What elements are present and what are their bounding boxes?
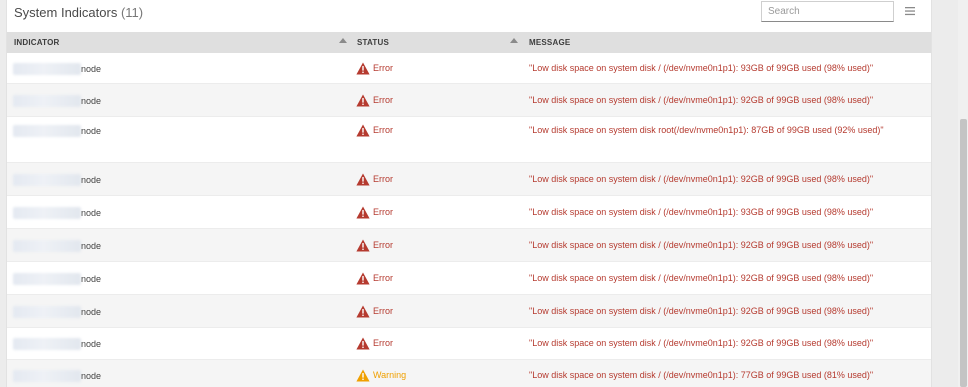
- redacted-ip-address: [13, 174, 81, 186]
- error-triangle-icon: [356, 239, 370, 252]
- indicator-table-body: node Error "Low disk space on system disk …: [7, 53, 931, 387]
- redacted-ip-address: [13, 240, 81, 252]
- table-row[interactable]: node Warning "Low disk space on system dis…: [7, 360, 931, 387]
- indicator-message: "Low disk space on system disk / (/dev/n…: [529, 338, 874, 348]
- indicator-node-label: node: [81, 371, 102, 381]
- indicator-node-label: node: [81, 175, 102, 185]
- indicator-count: (11): [120, 5, 144, 20]
- indicator-message: "Low disk space on system disk / (/dev/n…: [529, 174, 874, 184]
- system-indicators-panel: System Indicators (11) INDICATOR STATUS …: [6, 0, 932, 387]
- error-triangle-icon: [356, 173, 370, 186]
- redacted-ip-address: [13, 95, 81, 107]
- table-row[interactable]: node Error "Low disk space on system disk …: [7, 196, 931, 229]
- status-label: Error: [373, 306, 393, 316]
- panel-title: System Indicators (11): [14, 5, 143, 20]
- sort-ascending-icon[interactable]: [510, 38, 518, 43]
- error-triangle-icon: [356, 305, 370, 318]
- warning-triangle-icon: [356, 369, 370, 382]
- error-triangle-icon: [356, 337, 370, 350]
- indicator-message: "Low disk space on system disk / (/dev/n…: [529, 207, 874, 217]
- indicator-node-label: node: [81, 339, 102, 349]
- hamburger-menu-icon[interactable]: [903, 4, 917, 18]
- status-label: Error: [373, 63, 393, 73]
- status-label: Error: [373, 174, 393, 184]
- indicator-message: "Low disk space on system disk root(/dev…: [529, 125, 884, 135]
- indicator-message: "Low disk space on system disk / (/dev/n…: [529, 370, 874, 380]
- scrollbar-thumb[interactable]: [960, 119, 967, 387]
- indicator-node-label: node: [81, 307, 102, 317]
- table-header: INDICATOR STATUS MESSAGE: [7, 32, 931, 53]
- error-triangle-icon: [356, 206, 370, 219]
- status-label: Error: [373, 125, 393, 135]
- table-row[interactable]: node Error "Low disk space on system disk …: [7, 295, 931, 328]
- sort-ascending-icon[interactable]: [339, 38, 347, 43]
- redacted-ip-address: [13, 273, 81, 285]
- indicator-message: "Low disk space on system disk / (/dev/n…: [529, 95, 874, 105]
- table-row[interactable]: node Error "Low disk space on system disk …: [7, 84, 931, 117]
- redacted-ip-address: [13, 207, 81, 219]
- status-label: Error: [373, 273, 393, 283]
- column-header-message[interactable]: MESSAGE: [529, 38, 570, 47]
- indicator-node-label: node: [81, 208, 102, 218]
- search-input[interactable]: [761, 1, 894, 22]
- redacted-ip-address: [13, 370, 81, 382]
- redacted-ip-address: [13, 306, 81, 318]
- panel-titlebar: System Indicators (11): [7, 0, 931, 30]
- status-label: Error: [373, 207, 393, 217]
- table-row[interactable]: node Error "Low disk space on system disk …: [7, 229, 931, 262]
- indicator-node-label: node: [81, 274, 102, 284]
- error-triangle-icon: [356, 272, 370, 285]
- column-header-indicator[interactable]: INDICATOR: [14, 38, 60, 47]
- error-triangle-icon: [356, 124, 370, 137]
- indicator-node-label: node: [81, 241, 102, 251]
- status-label: Error: [373, 338, 393, 348]
- table-row[interactable]: node Error "Low disk space on system disk …: [7, 117, 931, 163]
- indicator-message: "Low disk space on system disk / (/dev/n…: [529, 63, 874, 73]
- status-label: Error: [373, 95, 393, 105]
- status-label: Warning: [373, 370, 407, 380]
- indicator-message: "Low disk space on system disk / (/dev/n…: [529, 273, 874, 283]
- indicator-message: "Low disk space on system disk / (/dev/n…: [529, 306, 874, 316]
- redacted-ip-address: [13, 63, 81, 75]
- error-triangle-icon: [356, 94, 370, 107]
- indicator-node-label: node: [81, 126, 102, 136]
- column-header-status[interactable]: STATUS: [357, 38, 389, 47]
- indicator-node-label: node: [81, 96, 102, 106]
- panel-title-text: System Indicators: [14, 5, 118, 20]
- error-triangle-icon: [356, 62, 370, 75]
- redacted-ip-address: [13, 125, 81, 137]
- table-row[interactable]: node Error "Low disk space on system disk …: [7, 53, 931, 84]
- redacted-ip-address: [13, 338, 81, 350]
- table-row[interactable]: node Error "Low disk space on system disk …: [7, 262, 931, 295]
- table-row[interactable]: node Error "Low disk space on system disk …: [7, 163, 931, 196]
- indicator-message: "Low disk space on system disk / (/dev/n…: [529, 240, 874, 250]
- table-row[interactable]: node Error "Low disk space on system disk …: [7, 328, 931, 360]
- indicator-node-label: node: [81, 64, 102, 74]
- status-label: Error: [373, 240, 393, 250]
